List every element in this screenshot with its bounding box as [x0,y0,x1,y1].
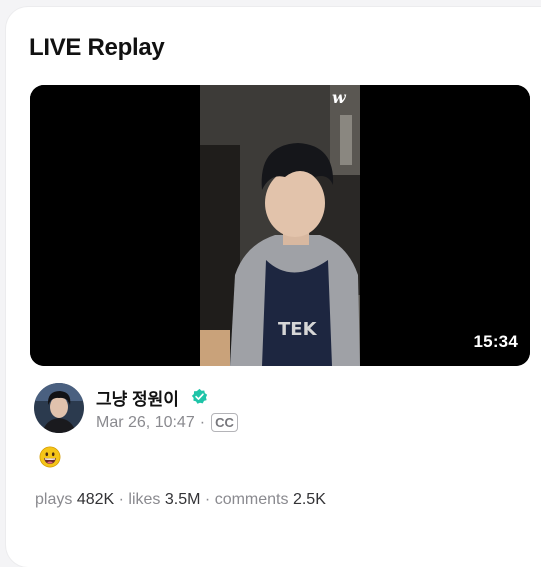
svg-text:TEK: TEK [278,319,318,340]
meta-separator: · [199,413,206,431]
plays-count: 482K [76,491,115,508]
grinning-face-icon [39,446,61,468]
post-date: Mar 26, 10:47 [96,413,195,431]
comments-count: 2.5K [292,491,326,508]
stats-separator: · [204,491,211,508]
comments-label: comments [214,491,289,508]
video-frame: TEK w [30,85,530,366]
post-meta: Mar 26, 10:47 · CC [96,413,238,432]
watermark-logo: w [332,88,347,107]
video-duration: 15:34 [473,332,518,351]
verified-badge-icon [191,388,208,404]
likes-count: 3.5M [164,491,201,508]
avatar-image [34,383,84,433]
post-stats: plays 482K · likes 3.5M · comments 2.5K [35,491,326,509]
channel-name[interactable]: 그냥 정원이 [96,385,179,410]
plays-label: plays [35,491,73,508]
stats-separator: · [118,491,124,508]
likes-label: likes [128,491,161,508]
video-thumbnail[interactable]: TEK w 15:34 [30,85,530,366]
section-title: LIVE Replay [29,34,165,61]
channel-avatar[interactable] [34,383,84,433]
cc-badge: CC [211,413,238,432]
